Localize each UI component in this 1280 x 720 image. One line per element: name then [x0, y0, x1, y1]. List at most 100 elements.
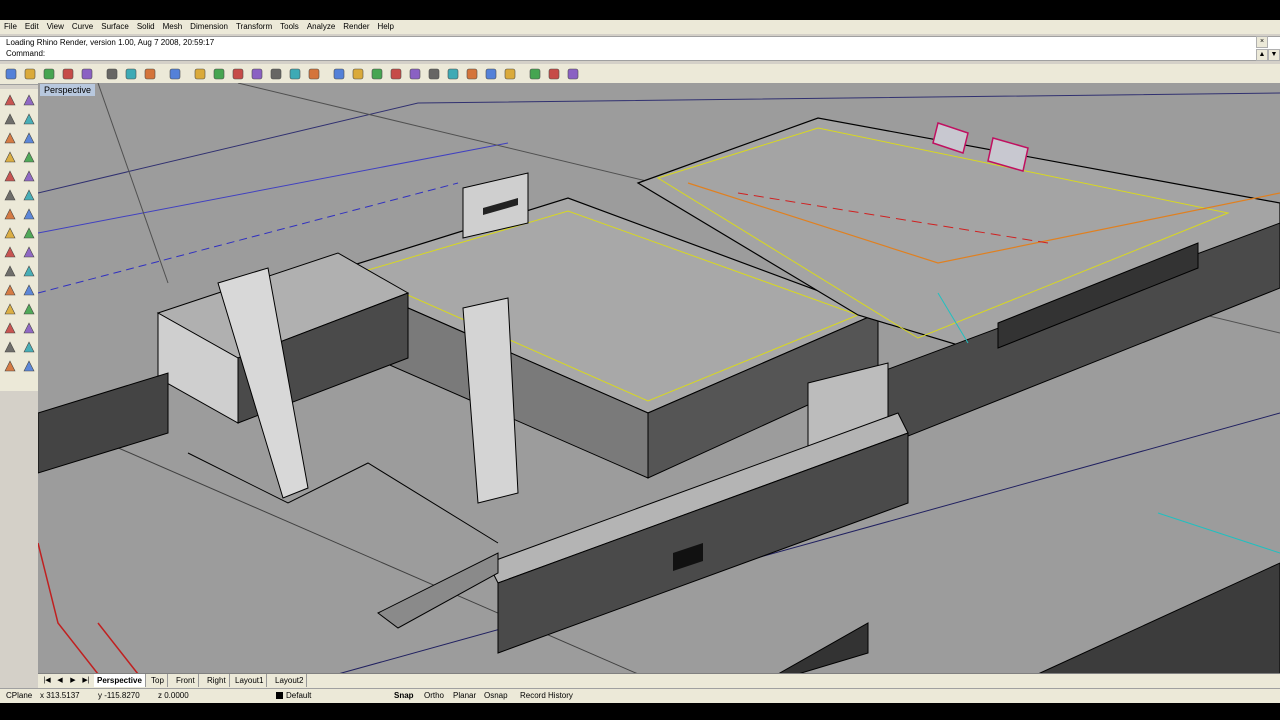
command-history-text: Loading Rhino Render, version 1.00, Aug …	[6, 38, 215, 47]
menu-surface[interactable]: Surface	[97, 20, 133, 34]
layer-color-icon[interactable]	[446, 67, 460, 81]
point-icon[interactable]	[22, 93, 36, 107]
prev-tab-icon[interactable]: ◀	[55, 676, 65, 686]
scroll-down-button[interactable]: ▼	[1268, 49, 1280, 61]
last-tab-icon[interactable]: ▶|	[81, 676, 91, 686]
boolean-icon[interactable]	[22, 226, 36, 240]
mirror-icon[interactable]	[3, 321, 17, 335]
analyze-icon[interactable]	[22, 359, 36, 373]
command-input[interactable]	[44, 48, 1224, 59]
layer-color-swatch	[276, 692, 283, 699]
zoom-selected-icon[interactable]	[288, 67, 302, 81]
sphere-icon[interactable]	[503, 67, 517, 81]
menu-help[interactable]: Help	[374, 20, 398, 34]
split-icon[interactable]	[3, 264, 17, 278]
rotate-icon[interactable]	[3, 302, 17, 316]
snap-toggle[interactable]: Snap	[394, 691, 414, 701]
select-icon[interactable]	[3, 93, 17, 107]
four-views-icon[interactable]	[307, 67, 321, 81]
perspective-viewport[interactable]: Perspective	[38, 83, 1280, 674]
menu-file[interactable]: File	[0, 20, 21, 34]
viewport-title[interactable]: Perspective	[40, 84, 96, 96]
box-icon[interactable]	[3, 207, 17, 221]
menu-tools[interactable]: Tools	[276, 20, 303, 34]
undo-icon[interactable]	[168, 67, 182, 81]
save-icon[interactable]	[42, 67, 56, 81]
circle-icon[interactable]	[3, 131, 17, 145]
surface-icon[interactable]	[3, 188, 17, 202]
zoom-dynamic-icon[interactable]	[231, 67, 245, 81]
array-icon[interactable]	[22, 321, 36, 335]
text-icon[interactable]	[3, 340, 17, 354]
polygon-icon[interactable]	[3, 169, 17, 183]
rectangle-icon[interactable]	[22, 150, 36, 164]
show-icon[interactable]	[389, 67, 403, 81]
fillet-icon[interactable]	[3, 245, 17, 259]
ellipse-icon[interactable]	[3, 150, 17, 164]
ghosted-icon[interactable]	[484, 67, 498, 81]
tab-top[interactable]: Top	[148, 674, 168, 687]
extrude-icon[interactable]	[22, 188, 36, 202]
cylinder-icon[interactable]	[3, 226, 17, 240]
move-icon[interactable]	[3, 283, 17, 297]
first-tab-icon[interactable]: |◀	[42, 676, 52, 686]
main-toolbar-vertical	[0, 89, 38, 391]
menu-curve[interactable]: Curve	[68, 20, 97, 34]
zoom-window-icon[interactable]	[250, 67, 264, 81]
new-icon[interactable]	[4, 67, 18, 81]
sphere-solid-icon[interactable]	[22, 207, 36, 221]
window-close-icon[interactable]: ×	[1256, 36, 1268, 48]
menu-bar: File Edit View Curve Surface Solid Mesh …	[0, 20, 1280, 34]
curve-icon[interactable]	[22, 112, 36, 126]
menu-transform[interactable]: Transform	[232, 20, 276, 34]
scroll-up-button[interactable]: ▲	[1256, 49, 1268, 61]
menu-view[interactable]: View	[43, 20, 68, 34]
properties-icon[interactable]	[465, 67, 479, 81]
record-history-toggle[interactable]: Record History	[520, 691, 573, 701]
polyline-icon[interactable]	[3, 112, 17, 126]
menu-dimension[interactable]: Dimension	[186, 20, 232, 34]
shaded-icon[interactable]	[332, 67, 346, 81]
tab-perspective[interactable]: Perspective	[94, 674, 146, 687]
scale-icon[interactable]	[22, 302, 36, 316]
freeform-icon[interactable]	[22, 169, 36, 183]
lock-icon[interactable]	[427, 67, 441, 81]
pan-icon[interactable]	[193, 67, 207, 81]
copy-object-icon[interactable]	[22, 283, 36, 297]
help-icon[interactable]	[566, 67, 580, 81]
menu-mesh[interactable]: Mesh	[159, 20, 187, 34]
hide-icon[interactable]	[370, 67, 384, 81]
ortho-toggle[interactable]: Ortho	[424, 691, 444, 701]
current-layer[interactable]: Default	[286, 691, 311, 701]
mesh-icon[interactable]	[3, 359, 17, 373]
next-tab-icon[interactable]: ▶	[68, 676, 78, 686]
paste-icon[interactable]	[143, 67, 157, 81]
import-icon[interactable]	[80, 67, 94, 81]
menu-edit[interactable]: Edit	[21, 20, 43, 34]
rotate-view-icon[interactable]	[212, 67, 226, 81]
osnap-toggle[interactable]: Osnap	[484, 691, 508, 701]
tab-right[interactable]: Right	[204, 674, 230, 687]
tab-front[interactable]: Front	[173, 674, 199, 687]
menu-solid[interactable]: Solid	[133, 20, 159, 34]
print-icon[interactable]	[61, 67, 75, 81]
cplane-label[interactable]: CPlane	[6, 691, 32, 701]
zoom-extents-icon[interactable]	[269, 67, 283, 81]
light-icon[interactable]	[408, 67, 422, 81]
tab-layout1[interactable]: Layout1	[232, 674, 268, 687]
open-icon[interactable]	[23, 67, 37, 81]
planar-toggle[interactable]: Planar	[453, 691, 476, 701]
tab-layout2[interactable]: Layout2	[272, 674, 308, 687]
copy-icon[interactable]	[124, 67, 138, 81]
menu-analyze[interactable]: Analyze	[303, 20, 339, 34]
command-label: Command:	[6, 49, 46, 58]
grid-icon[interactable]	[547, 67, 561, 81]
settings-icon[interactable]	[528, 67, 542, 81]
trim-icon[interactable]	[22, 245, 36, 259]
cut-icon[interactable]	[105, 67, 119, 81]
render-icon[interactable]	[351, 67, 365, 81]
arc-icon[interactable]	[22, 131, 36, 145]
dimension-icon[interactable]	[22, 340, 36, 354]
join-icon[interactable]	[22, 264, 36, 278]
menu-render[interactable]: Render	[339, 20, 373, 34]
